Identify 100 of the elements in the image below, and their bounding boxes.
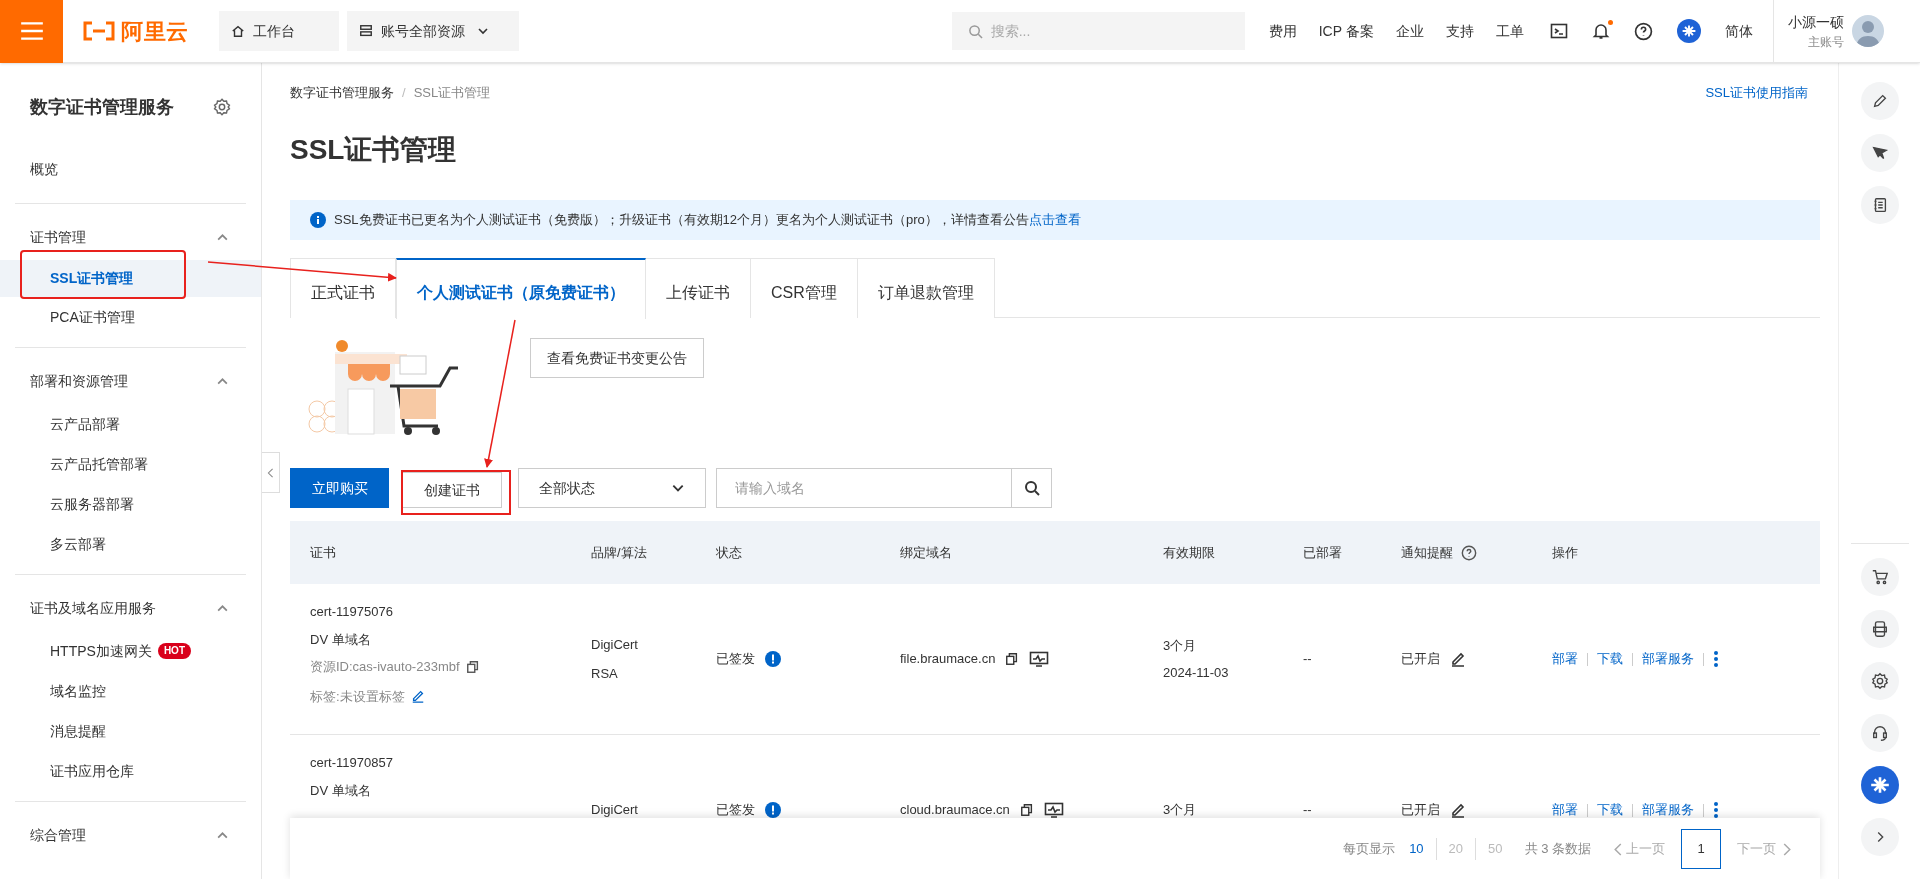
brand-text: DigiCert [591, 801, 638, 820]
sidebar-item[interactable]: SSL证书管理 [0, 260, 261, 297]
sidebar-item[interactable]: 云产品托管部署 [0, 444, 261, 484]
sidebar-item[interactable]: 概览 [0, 149, 261, 189]
headset-icon[interactable] [1860, 714, 1899, 752]
pencil-icon[interactable] [1860, 82, 1899, 120]
cart-icon[interactable] [1860, 558, 1899, 596]
sidebar-group[interactable]: 综合管理 [0, 812, 261, 858]
nav-link[interactable]: 费用 [1268, 20, 1297, 42]
action-link[interactable]: 部署 [1552, 649, 1578, 669]
column-header: 通知提醒 [1401, 543, 1453, 562]
collapse-handle[interactable] [262, 452, 280, 493]
create-button[interactable]: 创建证书 [402, 472, 502, 508]
alert-icon[interactable] [765, 651, 781, 667]
status-text: 已签发 [716, 650, 755, 669]
sidebar-item[interactable]: HTTPS加速网关 HOT [0, 631, 261, 671]
buy-button[interactable]: 立即购买 [290, 468, 389, 508]
column-header: 状态 [716, 543, 742, 562]
more-icon[interactable] [1713, 801, 1719, 819]
notice-text: SSL免费证书已更名为个人测试证书（免费版）；升级证书（有效期12个月）更名为个人测试证书（pro），详情查看公告点击查看 [334, 211, 1081, 230]
logo-text: 阿里云 [121, 17, 189, 46]
edit-icon[interactable] [1450, 651, 1466, 667]
search-icon [967, 23, 983, 39]
deployed-text: -- [1303, 650, 1312, 669]
total-count: 共 3 条数据 [1524, 840, 1591, 859]
app-logo-icon[interactable] [1860, 766, 1899, 804]
breadcrumb-link[interactable]: 数字证书管理服务 [290, 83, 394, 103]
status-dropdown[interactable]: 全部状态 [518, 468, 706, 508]
copy-icon[interactable] [1019, 803, 1034, 817]
alert-icon[interactable] [765, 802, 781, 818]
announcement-button[interactable]: 查看免费证书变更公告 [530, 338, 704, 378]
sidebar-item[interactable]: 消息提醒 [0, 711, 261, 751]
sidebar-item[interactable]: 云服务器部署 [0, 484, 261, 524]
nav-link[interactable]: 支持 [1445, 20, 1474, 42]
help-icon[interactable] [1633, 21, 1653, 41]
tab[interactable]: 上传证书 [646, 258, 751, 318]
sidebar-group[interactable]: 证书及域名应用服务 [0, 585, 261, 631]
brand-text: DigiCert [591, 635, 638, 654]
sidebar-item[interactable]: 多云部署 [0, 524, 261, 564]
bell-icon[interactable] [1591, 22, 1610, 40]
workbench-button[interactable]: 工作台 [218, 11, 339, 51]
cert-text: DV 单域名 [310, 630, 371, 649]
action-link[interactable]: 下载 [1597, 649, 1623, 669]
action-link[interactable]: 部署服务 [1642, 649, 1694, 669]
edit-icon[interactable] [410, 689, 425, 704]
column-header: 有效期限 [1163, 543, 1215, 562]
copy-icon[interactable] [1005, 652, 1020, 666]
menu-button[interactable] [0, 0, 63, 63]
sidebar-item[interactable]: 证书应用仓库 [0, 751, 261, 791]
settings-icon[interactable] [1860, 662, 1899, 700]
page-size-option[interactable]: 10 [1409, 839, 1424, 859]
cert-text: DV 单域名 [310, 781, 371, 800]
chevron-left-icon [1613, 842, 1623, 856]
sidebar-item[interactable]: PCA证书管理 [0, 297, 261, 337]
column-header: 操作 [1552, 543, 1578, 562]
avatar[interactable] [1851, 15, 1884, 47]
action-link[interactable]: 部署 [1552, 800, 1578, 820]
user-name[interactable]: 小源一硕 [1787, 11, 1844, 33]
edit-icon[interactable] [1450, 802, 1466, 818]
breadcrumb-separator: / [402, 84, 406, 103]
nav-link[interactable]: 工单 [1495, 20, 1524, 42]
copy-icon[interactable] [465, 659, 480, 674]
resource-dropdown[interactable]: 账号全部资源 [346, 11, 519, 51]
app-logo-icon[interactable] [1676, 19, 1701, 43]
breadcrumb-link[interactable]: SSL证书管理 [413, 83, 491, 103]
nav-link[interactable]: 企业 [1395, 20, 1424, 42]
action-link[interactable]: 下载 [1597, 800, 1623, 820]
server-icon [358, 24, 373, 38]
tag-text: 标签:未设置标签 [310, 687, 405, 706]
domain-search-field[interactable]: 请输入域名 [717, 469, 1011, 507]
info-icon [310, 212, 326, 228]
page-button[interactable]: 1 [1681, 829, 1721, 869]
notice-link[interactable]: 点击查看 [1028, 212, 1081, 228]
domain-search-box[interactable]: 请输入域名 [716, 468, 1052, 508]
column-header: 已部署 [1303, 543, 1342, 562]
sidebar-group[interactable]: 部署和资源管理 [0, 358, 261, 404]
sidebar-group[interactable]: 证书管理 [0, 214, 261, 260]
chevron-right-icon [1782, 842, 1792, 856]
notebook-icon[interactable] [1860, 186, 1899, 224]
tab[interactable]: CSR管理 [751, 258, 858, 318]
logo-icon [81, 20, 117, 42]
language-link[interactable]: 简体 [1724, 20, 1753, 42]
tab[interactable]: 正式证书 [290, 258, 396, 318]
action-link[interactable]: 部署服务 [1642, 800, 1694, 820]
nav-link[interactable]: ICP 备案 [1318, 20, 1374, 42]
settings-icon[interactable] [213, 98, 231, 116]
resource-id: 资源ID:cas-ivauto-233mbf [310, 658, 460, 676]
sidebar-item[interactable]: 云产品部署 [0, 404, 261, 444]
monitor-icon[interactable] [1043, 802, 1064, 818]
guide-link[interactable]: SSL证书使用指南 [1705, 83, 1808, 103]
terminal-icon[interactable] [1549, 22, 1568, 40]
chevron-down-icon [476, 25, 489, 37]
page-size-label: 每页显示 [1343, 840, 1396, 859]
help-icon[interactable] [1461, 544, 1477, 561]
more-icon[interactable] [1713, 650, 1719, 668]
monitor-icon[interactable] [1029, 651, 1050, 667]
sidebar-item[interactable]: 域名监控 [0, 671, 261, 711]
tab[interactable]: 个人测试证书（原免费证书） [396, 258, 646, 319]
domain-text: file.braumace.cn [900, 650, 996, 669]
tab[interactable]: 订单退款管理 [857, 258, 995, 318]
